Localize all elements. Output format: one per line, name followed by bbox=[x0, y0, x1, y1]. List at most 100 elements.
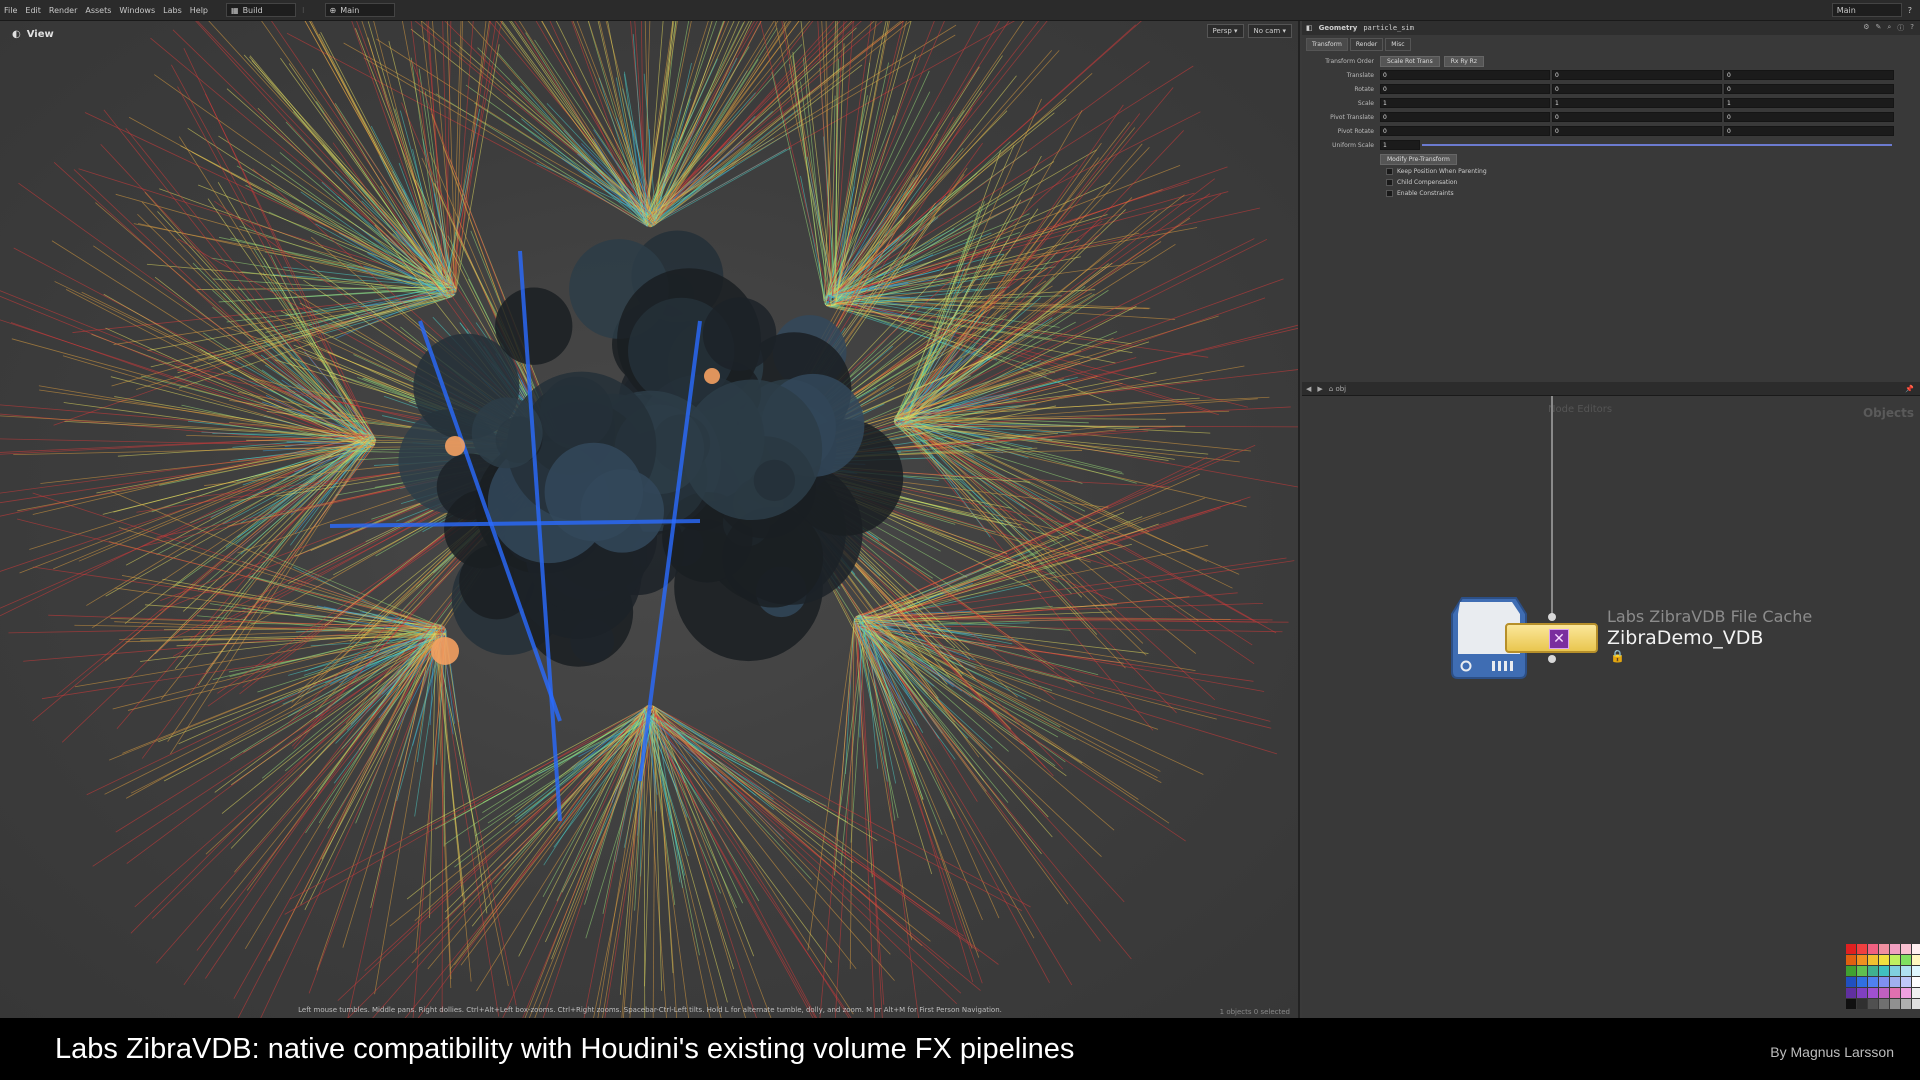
back-arrow-icon[interactable]: ◀ bbox=[1306, 385, 1311, 393]
node-input-connector[interactable] bbox=[1548, 613, 1556, 621]
scene-viewport[interactable]: ◐ View Persp ▾ No cam ▾ Left mouse tumbl… bbox=[0, 21, 1300, 1018]
right-desktop-select[interactable]: Main bbox=[1831, 3, 1902, 17]
palette-swatch[interactable] bbox=[1857, 944, 1867, 954]
modify-pre-transform-button[interactable]: Modify Pre-Transform bbox=[1380, 153, 1457, 165]
palette-swatch[interactable] bbox=[1912, 955, 1920, 965]
palette-swatch[interactable] bbox=[1868, 955, 1878, 965]
pivot-translate-z[interactable]: 0 bbox=[1724, 112, 1894, 122]
transform-order-select[interactable]: Scale Rot Trans bbox=[1380, 55, 1440, 67]
palette-swatch[interactable] bbox=[1868, 944, 1878, 954]
edit-icon[interactable]: ✎ bbox=[1875, 23, 1881, 33]
menu-help[interactable]: Help bbox=[186, 6, 212, 15]
palette-swatch[interactable] bbox=[1879, 988, 1889, 998]
palette-swatch[interactable] bbox=[1879, 955, 1889, 965]
palette-swatch[interactable] bbox=[1857, 977, 1867, 987]
palette-swatch[interactable] bbox=[1901, 977, 1911, 987]
palette-swatch[interactable] bbox=[1857, 999, 1867, 1009]
palette-swatch[interactable] bbox=[1846, 955, 1856, 965]
palette-swatch[interactable] bbox=[1846, 944, 1856, 954]
pin-icon[interactable]: 📌 bbox=[1905, 385, 1920, 393]
pivot-rotate-z[interactable]: 0 bbox=[1724, 126, 1894, 136]
pivot-translate-y[interactable]: 0 bbox=[1552, 112, 1722, 122]
menu-file[interactable]: File bbox=[0, 6, 21, 15]
checkbox-child-compensation[interactable]: Child Compensation bbox=[1302, 177, 1920, 188]
pivot-translate-x[interactable]: 0 bbox=[1380, 112, 1550, 122]
menu-windows[interactable]: Windows bbox=[115, 6, 159, 15]
lock-icon[interactable]: 🔒 bbox=[1610, 649, 1625, 663]
palette-swatch[interactable] bbox=[1912, 977, 1920, 987]
translate-z[interactable]: 0 bbox=[1724, 70, 1894, 80]
pivot-rotate-x[interactable]: 0 bbox=[1380, 126, 1550, 136]
rotate-z[interactable]: 0 bbox=[1724, 84, 1894, 94]
palette-swatch[interactable] bbox=[1868, 988, 1878, 998]
palette-swatch[interactable] bbox=[1857, 955, 1867, 965]
palette-swatch[interactable] bbox=[1901, 955, 1911, 965]
translate-y[interactable]: 0 bbox=[1552, 70, 1722, 80]
palette-swatch[interactable] bbox=[1879, 977, 1889, 987]
palette-swatch[interactable] bbox=[1890, 966, 1900, 976]
uniform-scale-slider[interactable] bbox=[1422, 144, 1892, 146]
palette-swatch[interactable] bbox=[1879, 944, 1889, 954]
palette-swatch[interactable] bbox=[1846, 966, 1856, 976]
uniform-scale-field[interactable]: 1 bbox=[1380, 140, 1420, 150]
palette-swatch[interactable] bbox=[1879, 966, 1889, 976]
color-palette[interactable] bbox=[1846, 944, 1920, 1009]
node-output-connector[interactable] bbox=[1548, 655, 1556, 663]
node-name-label[interactable]: ZibraDemo_VDB bbox=[1607, 627, 1763, 649]
checkbox-enable-constraints[interactable]: Enable Constraints bbox=[1302, 188, 1920, 199]
search-icon[interactable]: ⌕ bbox=[1887, 23, 1891, 33]
scale-z[interactable]: 1 bbox=[1724, 98, 1894, 108]
help-icon[interactable]: ? bbox=[1908, 6, 1912, 15]
palette-swatch[interactable] bbox=[1901, 966, 1911, 976]
palette-swatch[interactable] bbox=[1868, 977, 1878, 987]
pane-select[interactable]: ⊕ Main bbox=[324, 3, 395, 17]
network-editor[interactable]: Node Editors Objects ✕ Labs ZibraVDB Fil… bbox=[1302, 396, 1920, 1018]
camera-select-button[interactable]: No cam ▾ bbox=[1247, 24, 1292, 38]
palette-swatch[interactable] bbox=[1868, 999, 1878, 1009]
checkbox-keep-position[interactable]: Keep Position When Parenting bbox=[1302, 166, 1920, 177]
palette-swatch[interactable] bbox=[1890, 944, 1900, 954]
node-name-field[interactable]: particle_sim bbox=[1363, 24, 1414, 32]
checkbox-box[interactable] bbox=[1386, 179, 1393, 186]
palette-swatch[interactable] bbox=[1901, 944, 1911, 954]
menu-assets[interactable]: Assets bbox=[81, 6, 115, 15]
palette-swatch[interactable] bbox=[1868, 966, 1878, 976]
scale-x[interactable]: 1 bbox=[1380, 98, 1550, 108]
palette-swatch[interactable] bbox=[1846, 999, 1856, 1009]
forward-arrow-icon[interactable]: ▶ bbox=[1317, 385, 1322, 393]
obj-path-icon[interactable]: ⌂ obj bbox=[1329, 385, 1346, 393]
desktop-select[interactable]: ▦ Build bbox=[226, 3, 296, 17]
palette-swatch[interactable] bbox=[1912, 999, 1920, 1009]
palette-swatch[interactable] bbox=[1890, 999, 1900, 1009]
palette-swatch[interactable] bbox=[1901, 988, 1911, 998]
camera-persp-button[interactable]: Persp ▾ bbox=[1206, 24, 1244, 38]
rotate-order-select[interactable]: Rx Ry Rz bbox=[1443, 55, 1484, 67]
info-icon[interactable]: ⓘ bbox=[1897, 23, 1904, 33]
tab-transform[interactable]: Transform bbox=[1306, 38, 1348, 51]
pivot-rotate-y[interactable]: 0 bbox=[1552, 126, 1722, 136]
menu-render[interactable]: Render bbox=[45, 6, 81, 15]
tab-misc[interactable]: Misc bbox=[1385, 38, 1411, 51]
palette-swatch[interactable] bbox=[1846, 977, 1856, 987]
gear-icon[interactable]: ⚙ bbox=[1863, 23, 1869, 33]
rotate-y[interactable]: 0 bbox=[1552, 84, 1722, 94]
translate-x[interactable]: 0 bbox=[1380, 70, 1550, 80]
palette-swatch[interactable] bbox=[1901, 999, 1911, 1009]
tab-render[interactable]: Render bbox=[1349, 38, 1384, 51]
palette-swatch[interactable] bbox=[1890, 988, 1900, 998]
palette-swatch[interactable] bbox=[1846, 988, 1856, 998]
palette-swatch[interactable] bbox=[1857, 966, 1867, 976]
palette-swatch[interactable] bbox=[1857, 988, 1867, 998]
palette-swatch[interactable] bbox=[1879, 999, 1889, 1009]
palette-swatch[interactable] bbox=[1890, 955, 1900, 965]
scale-y[interactable]: 1 bbox=[1552, 98, 1722, 108]
menu-edit[interactable]: Edit bbox=[21, 6, 45, 15]
palette-swatch[interactable] bbox=[1912, 988, 1920, 998]
zibra-file-cache-node[interactable]: ✕ bbox=[1505, 623, 1598, 653]
checkbox-box[interactable] bbox=[1386, 168, 1393, 175]
palette-swatch[interactable] bbox=[1912, 944, 1920, 954]
help-icon[interactable]: ? bbox=[1910, 23, 1914, 33]
palette-swatch[interactable] bbox=[1912, 966, 1920, 976]
rotate-x[interactable]: 0 bbox=[1380, 84, 1550, 94]
menu-labs[interactable]: Labs bbox=[159, 6, 186, 15]
